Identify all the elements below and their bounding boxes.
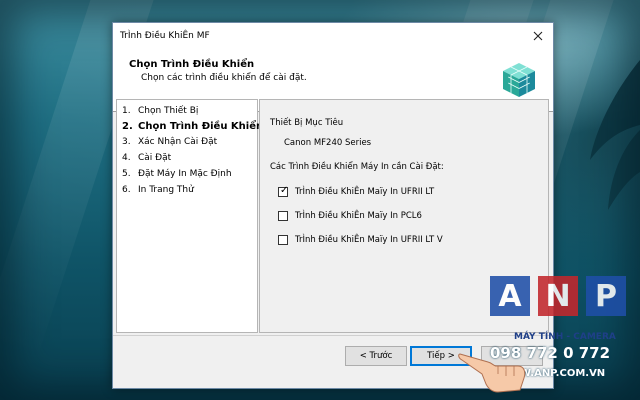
driver-checkbox-row[interactable]: ✓ TrÌnh Điều KhiÊn Maïy In UFRII LT [278, 185, 435, 198]
step-item: 5. Đặt Máy In Mặc Định [122, 169, 232, 179]
page-title: Chọn Trình Điều Khiển [129, 59, 255, 70]
back-button[interactable]: < Trước [345, 346, 407, 366]
step-item: 6. In Trang Thử [122, 185, 194, 195]
step-item-active: 2. Chọn Trình Điều Khiển [122, 121, 263, 132]
watermark-letter-p: P [586, 276, 626, 316]
driver-label: TrÌnh Điều KhiÊn Maïy In UFRII LT [295, 187, 435, 197]
steps-panel: 1. Chọn Thiết Bị 2. Chọn Trình Điều Khiển … [116, 99, 263, 333]
installer-dialog: TrÌnh Điều KhiÊn MF Chọn Trình Điều Khiể… [112, 22, 554, 389]
step-item: 1. Chọn Thiết Bị [122, 106, 198, 116]
step-label: Cài Đặt [138, 153, 172, 163]
close-button[interactable] [527, 26, 549, 46]
step-number: 1. [122, 106, 131, 116]
step-number: 4. [122, 153, 131, 163]
driver-checkbox[interactable] [278, 211, 288, 221]
step-number: 6. [122, 185, 131, 195]
step-label: Chọn Trình Điều Khiển [138, 121, 264, 132]
driver-checkbox-row[interactable]: TrÌnh Điều KhiÊn Maïy In PCL6 [278, 210, 422, 222]
step-item: 3. Xác Nhận Cài Đặt [122, 137, 217, 147]
title-bar[interactable]: TrÌnh Điều KhiÊn MF [113, 23, 553, 52]
step-number: 5. [122, 169, 131, 179]
watermark-tagline: MÁY TÍNH - CAMERA [514, 332, 616, 342]
watermark-letter-n: N [538, 276, 578, 316]
footer-divider [113, 335, 553, 336]
pointing-hand-icon [458, 353, 526, 393]
driver-checkbox[interactable]: ✓ [278, 185, 289, 197]
step-label: Xác Nhận Cài Đặt [138, 137, 218, 147]
step-number: 2. [122, 121, 133, 132]
step-item: 4. Cài Đặt [122, 153, 171, 163]
target-device-name: Canon MF240 Series [284, 138, 372, 148]
close-icon [533, 31, 543, 41]
watermark-letter-a: A [490, 276, 530, 316]
driver-label: TrÌnh Điều KhiÊn Maïy In PCL6 [295, 211, 422, 221]
driver-checkbox[interactable] [278, 235, 288, 245]
driver-label: TrÌnh Điều KhiÊn Maïy In UFRII LT V [295, 235, 443, 245]
step-number: 3. [122, 137, 131, 147]
checkmark-icon: ✓ [280, 185, 289, 196]
step-label: In Trang Thử [138, 185, 194, 195]
drivers-label: Các Trình Điều Khiển Máy In cần Cài Đặt: [270, 162, 444, 172]
step-label: Chọn Thiết Bị [138, 106, 199, 116]
driver-checkbox-row[interactable]: TrÌnh Điều KhiÊn Maïy In UFRII LT V [278, 234, 443, 246]
cube-logo-icon [503, 63, 535, 97]
window-title: TrÌnh Điều KhiÊn MF [120, 31, 210, 41]
page-subtitle: Chọn các trình điều khiển để cài đặt. [141, 73, 307, 83]
step-label: Đặt Máy In Mặc Định [138, 169, 232, 179]
target-device-label: Thiết Bị Mục Tiêu [270, 118, 344, 128]
